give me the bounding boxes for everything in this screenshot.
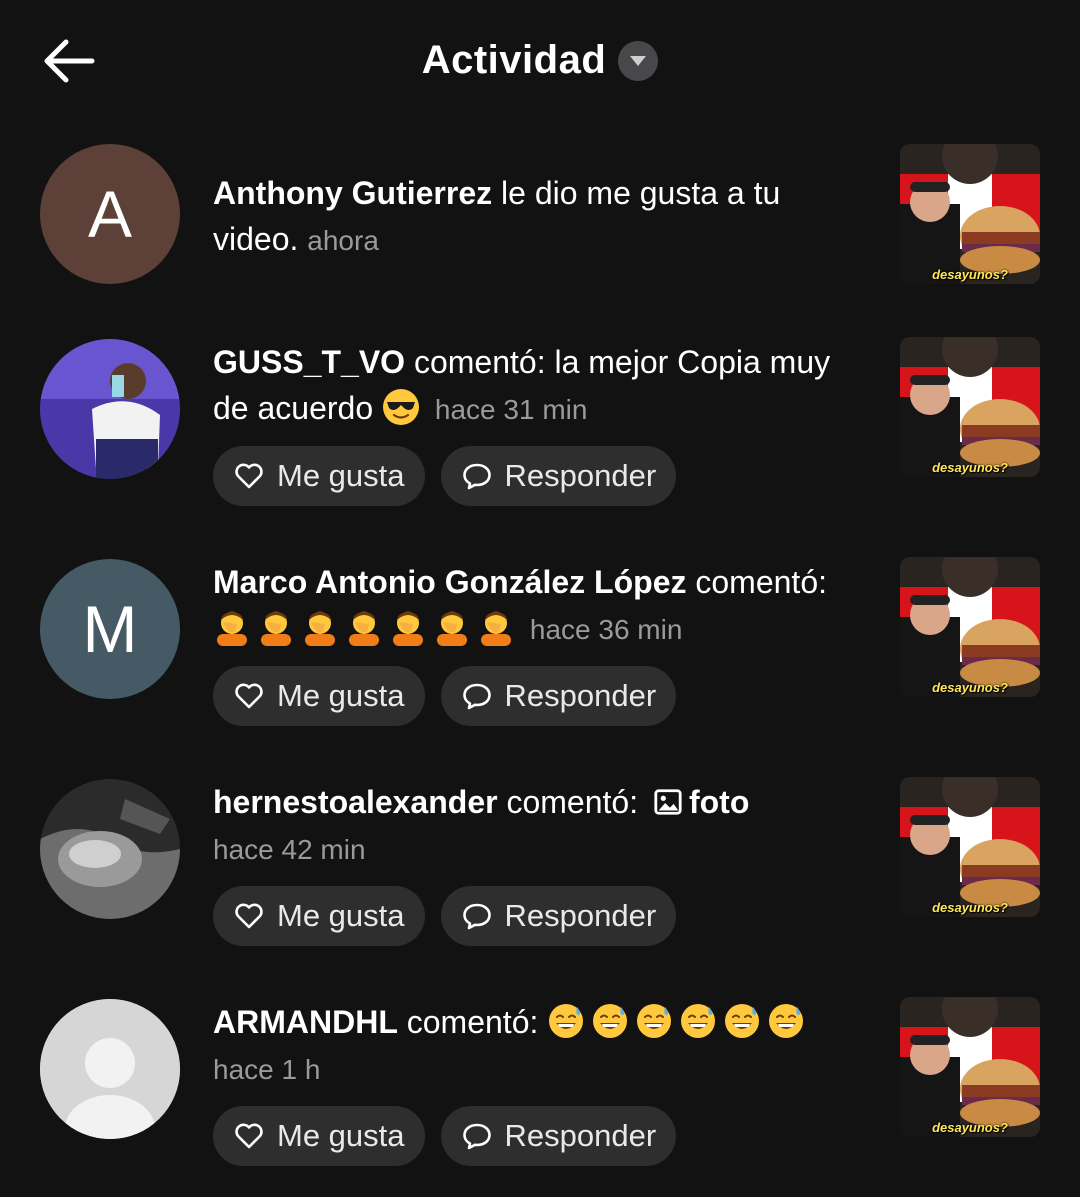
timestamp: hace 42 min [213, 834, 366, 865]
avatar-letter: M [82, 592, 138, 666]
like-label: Me gusta [277, 458, 405, 493]
avatar[interactable] [40, 779, 180, 919]
reply-button[interactable]: Responder [440, 446, 677, 506]
timestamp: ahora [307, 225, 379, 256]
title-dropdown[interactable]: Actividad [0, 38, 1080, 83]
activity-text: Marco Antonio González López comentó: ha… [213, 559, 873, 653]
facepalm-emoji-icon [393, 611, 423, 646]
avatar[interactable] [40, 339, 180, 479]
username[interactable]: Marco Antonio González López [213, 564, 686, 600]
video-thumbnail[interactable]: desayunos? [900, 997, 1040, 1137]
like-label: Me gusta [277, 898, 405, 933]
reply-button[interactable]: Responder [440, 666, 677, 726]
reply-button[interactable]: Responder [440, 886, 677, 946]
avatar[interactable]: A [40, 144, 180, 284]
sweat-smile-emoji-icon [725, 1004, 760, 1038]
reply-label: Responder [504, 458, 657, 493]
activity-action: comentó: [686, 564, 827, 600]
sweat-smile-emoji-icon [681, 1004, 716, 1038]
thumbnail-image [900, 997, 1040, 1137]
video-thumbnail[interactable]: desayunos? [900, 144, 1040, 284]
facepalm-emoji-icon [481, 611, 511, 646]
video-thumbnail[interactable]: desayunos? [900, 777, 1040, 917]
thumbnail-caption: desayunos? [932, 1120, 1008, 1135]
reply-label: Responder [504, 678, 657, 713]
facepalm-emoji-icon [305, 611, 335, 646]
sweat-smile-emoji-icon [593, 1004, 628, 1038]
username[interactable]: hernestoalexander [213, 784, 498, 820]
facepalm-emoji-icon [349, 611, 379, 646]
thumbnail-image [900, 557, 1040, 697]
comment-actions: Me gusta Responder [213, 1106, 677, 1166]
activity-text: hernestoalexander comentó: foto hace 42 … [213, 779, 873, 873]
sweat-smile-emoji-icon [637, 1004, 672, 1038]
activity-text: GUSS_T_VO comentó: la mejor Copia muy de… [213, 339, 873, 433]
like-button[interactable]: Me gusta [213, 666, 425, 726]
speech-bubble-icon [462, 683, 491, 710]
like-button[interactable]: Me gusta [213, 446, 425, 506]
like-label: Me gusta [277, 678, 405, 713]
thumbnail-caption: desayunos? [932, 900, 1008, 915]
avatar-photo [40, 339, 180, 479]
heart-icon [235, 1123, 263, 1149]
photo-label: foto [688, 784, 750, 820]
like-button[interactable]: Me gusta [213, 1106, 425, 1166]
facepalm-emoji-icon [261, 611, 291, 646]
like-label: Me gusta [277, 1118, 405, 1153]
heart-icon [235, 683, 263, 709]
heart-icon [235, 903, 263, 929]
comment-actions: Me gusta Responder [213, 666, 677, 726]
username[interactable]: ARMANDHL [213, 1004, 398, 1040]
reply-label: Responder [504, 1118, 657, 1153]
sweat-smile-emoji-row [547, 1004, 811, 1040]
image-icon [654, 789, 682, 815]
comment-actions: Me gusta Responder [213, 446, 677, 506]
timestamp: hace 36 min [529, 614, 683, 645]
speech-bubble-icon [462, 903, 491, 930]
caret-down-icon[interactable] [618, 40, 659, 81]
timestamp: hace 1 h [213, 1054, 321, 1085]
default-avatar-icon [40, 999, 180, 1139]
activity-action: comentó: [497, 784, 639, 820]
facepalm-emoji-row [213, 610, 530, 646]
speech-bubble-icon [462, 463, 491, 490]
activity-text: Anthony Gutierrez le dio me gusta a tu v… [213, 170, 873, 264]
facepalm-emoji-icon [437, 611, 467, 646]
thumbnail-image [900, 337, 1040, 477]
avatar[interactable] [40, 999, 180, 1139]
facepalm-emoji-icon [217, 611, 247, 646]
activity-action: comentó: [397, 1004, 539, 1040]
thumbnail-caption: desayunos? [932, 460, 1008, 475]
activity-text: ARMANDHL comentó: hace 1 h [213, 999, 873, 1093]
reply-button[interactable]: Responder [440, 1106, 677, 1166]
username[interactable]: GUSS_T_VO [213, 344, 405, 380]
sweat-smile-emoji-icon [549, 1004, 584, 1038]
page-title: Actividad [421, 38, 607, 82]
like-button[interactable]: Me gusta [213, 886, 425, 946]
heart-icon [235, 463, 263, 489]
username[interactable]: Anthony Gutierrez [213, 175, 492, 211]
sunglasses-emoji-icon [383, 389, 420, 425]
sweat-smile-emoji-icon [769, 1004, 804, 1038]
comment-actions: Me gusta Responder [213, 886, 677, 946]
avatar-letter: A [87, 177, 133, 251]
avatar[interactable]: M [40, 559, 180, 699]
thumbnail-image [900, 777, 1040, 917]
video-thumbnail[interactable]: desayunos? [900, 557, 1040, 697]
header: Actividad [0, 0, 1080, 125]
video-thumbnail[interactable]: desayunos? [900, 337, 1040, 477]
thumbnail-caption: desayunos? [932, 680, 1008, 695]
thumbnail-image [900, 144, 1040, 284]
timestamp: hace 31 min [434, 394, 588, 425]
thumbnail-caption: desayunos? [932, 267, 1008, 282]
avatar-photo [40, 779, 180, 919]
speech-bubble-icon [462, 1123, 491, 1150]
reply-label: Responder [504, 898, 657, 933]
